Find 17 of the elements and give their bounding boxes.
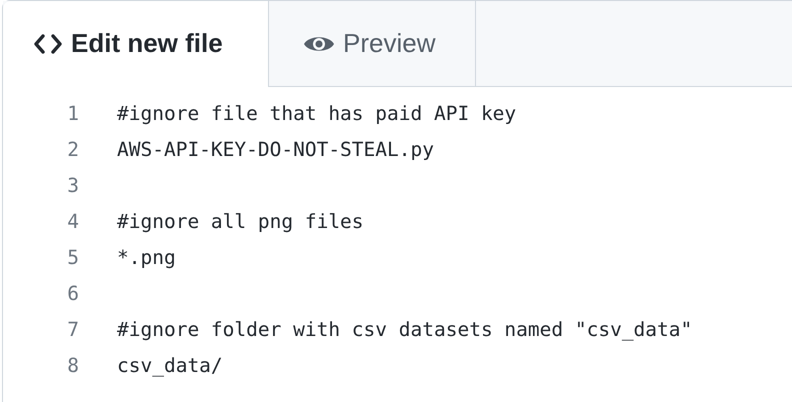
code-icon — [33, 32, 63, 54]
line-number: 1 — [66, 101, 80, 128]
tab[interactable]: Edit new file — [3, 1, 268, 87]
line-number: 5 — [66, 245, 80, 272]
line-number: 7 — [66, 317, 80, 344]
line-number: 6 — [66, 281, 80, 308]
line-number: 8 — [66, 353, 80, 380]
code-line: csv_data/ — [117, 353, 223, 380]
code-line: #ignore all png files — [117, 209, 364, 236]
code-line: AWS-API-KEY-DO-NOT-STEAL.py — [117, 137, 434, 164]
line-number: 2 — [66, 137, 80, 164]
line-number: 4 — [66, 209, 80, 236]
tab[interactable]: Preview — [268, 1, 476, 87]
code-line: #ignore file that has paid API key — [117, 101, 516, 128]
code-line: #ignore folder with csv datasets named "csv_data" — [117, 317, 692, 344]
line-number: 3 — [66, 173, 80, 200]
code-line: *.png — [117, 245, 176, 272]
